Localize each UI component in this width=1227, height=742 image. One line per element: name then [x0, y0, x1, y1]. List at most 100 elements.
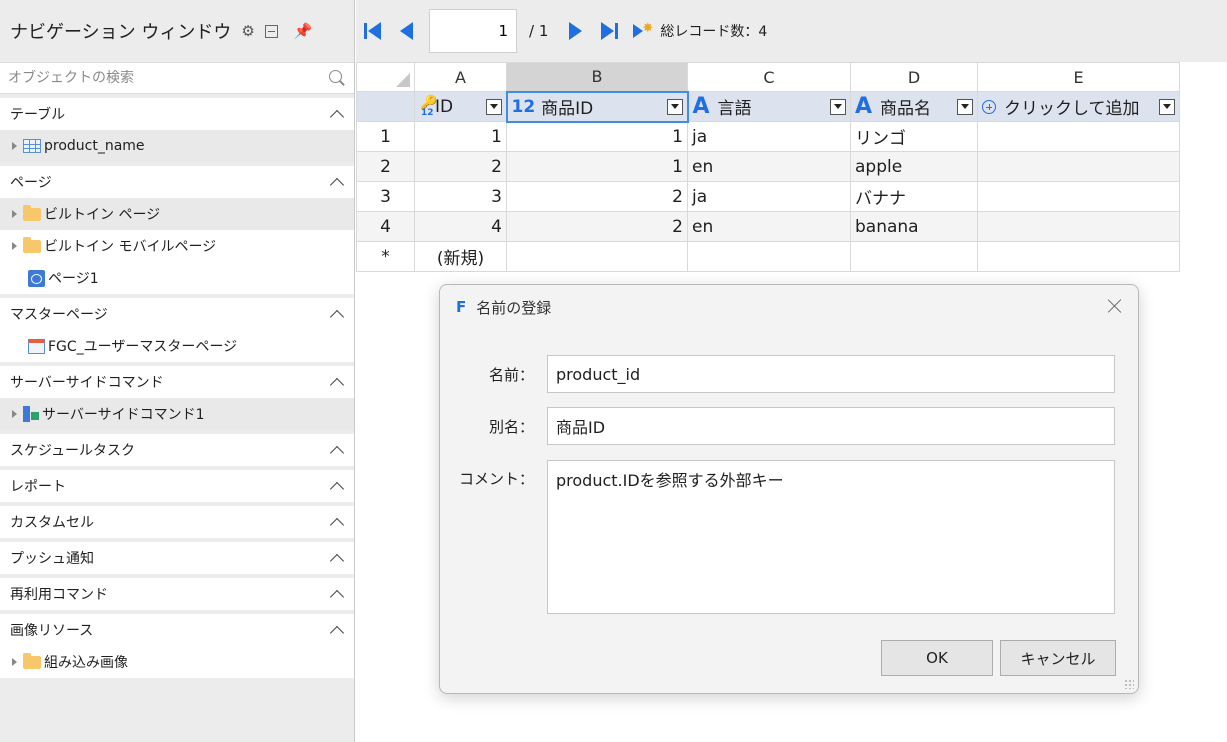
tree-item-product-name[interactable]: product_name: [0, 130, 354, 162]
column-letter[interactable]: A: [414, 62, 507, 92]
new-row-marker[interactable]: *: [356, 241, 415, 272]
row-number[interactable]: 1: [356, 121, 415, 152]
tree-item-master-page[interactable]: FGC_ユーザーマスターページ: [0, 330, 354, 362]
cell-product-name[interactable]: apple: [850, 151, 978, 182]
section-header-master-pages[interactable]: マスターページ: [0, 298, 354, 330]
cell-language[interactable]: ja: [687, 181, 851, 212]
chevron-up-icon[interactable]: [329, 309, 345, 324]
chevron-up-icon[interactable]: [329, 109, 345, 124]
section-header-reusable-commands[interactable]: 再利用コマンド: [0, 578, 354, 610]
chevron-up-icon[interactable]: [329, 553, 345, 568]
column-letter[interactable]: C: [687, 62, 851, 92]
cell-language[interactable]: en: [687, 211, 851, 242]
next-record-button[interactable]: [564, 20, 586, 42]
alias-row: 別名：: [440, 407, 534, 437]
section-header-image-resources[interactable]: 画像リソース: [0, 614, 354, 646]
search-input[interactable]: [8, 70, 298, 86]
tree-item-builtin-images[interactable]: 組み込み画像: [0, 646, 354, 678]
dropdown-icon[interactable]: [1159, 98, 1175, 115]
cell-product-name[interactable]: リンゴ: [850, 121, 978, 152]
cell-empty[interactable]: [687, 241, 851, 272]
tree-item-builtin-mobile-page[interactable]: ビルトイン モバイルページ: [0, 230, 354, 262]
expand-icon[interactable]: [12, 410, 17, 418]
section-header-push[interactable]: プッシュ通知: [0, 542, 354, 574]
comment-field[interactable]: product.IDを参照する外部キー: [547, 460, 1115, 614]
select-all-corner[interactable]: [356, 62, 415, 92]
cell-empty[interactable]: [977, 241, 1180, 272]
chevron-up-icon[interactable]: [329, 589, 345, 604]
row-number[interactable]: 4: [356, 211, 415, 242]
resize-grip-icon[interactable]: [1124, 679, 1134, 689]
expand-icon[interactable]: [12, 210, 17, 218]
dropdown-icon[interactable]: [957, 98, 973, 115]
pin-icon[interactable]: 📌: [294, 22, 313, 40]
cell-empty[interactable]: [977, 211, 1180, 242]
chevron-up-icon[interactable]: [329, 445, 345, 460]
cell-product-id[interactable]: 2: [506, 211, 688, 242]
row-number[interactable]: 3: [356, 181, 415, 212]
cell-language[interactable]: ja: [687, 121, 851, 152]
field-header-add[interactable]: クリックして追加: [977, 91, 1180, 122]
cell-product-name[interactable]: banana: [850, 211, 978, 242]
current-record-input[interactable]: [429, 9, 517, 53]
last-record-button[interactable]: [598, 20, 620, 42]
column-letter[interactable]: E: [977, 62, 1180, 92]
section-header-custom-cells[interactable]: カスタムセル: [0, 506, 354, 538]
cell-empty[interactable]: [506, 241, 688, 272]
section-header-reports[interactable]: レポート: [0, 470, 354, 502]
cell-empty[interactable]: [977, 121, 1180, 152]
section-header-schedule-tasks[interactable]: スケジュールタスク: [0, 434, 354, 466]
cell-product-name[interactable]: バナナ: [850, 181, 978, 212]
cell-product-id[interactable]: 2: [506, 181, 688, 212]
cell-product-id[interactable]: 1: [506, 121, 688, 152]
cancel-button[interactable]: キャンセル: [1000, 640, 1116, 676]
first-record-button[interactable]: [361, 20, 383, 42]
previous-record-button[interactable]: [395, 20, 417, 42]
gear-icon[interactable]: ⚙: [241, 22, 254, 40]
expand-icon[interactable]: [12, 142, 17, 150]
row-number[interactable]: 2: [356, 151, 415, 182]
tree-item-builtin-page[interactable]: ビルトイン ページ: [0, 198, 354, 230]
section-header-server-commands[interactable]: サーバーサイドコマンド: [0, 366, 354, 398]
dropdown-icon[interactable]: [830, 98, 846, 115]
alias-field[interactable]: [547, 407, 1115, 445]
section-header-tables[interactable]: テーブル: [0, 98, 354, 130]
cell-empty[interactable]: [977, 181, 1180, 212]
comment-row: コメント：: [440, 459, 534, 489]
chevron-up-icon[interactable]: [329, 625, 345, 640]
name-field[interactable]: [547, 355, 1115, 393]
field-header-id[interactable]: 🔑 12 ID: [414, 91, 507, 122]
column-letter[interactable]: D: [850, 62, 978, 92]
cell-id[interactable]: 2: [414, 151, 507, 182]
section-header-pages[interactable]: ページ: [0, 166, 354, 198]
dropdown-icon[interactable]: [666, 98, 683, 115]
dropdown-icon[interactable]: [485, 98, 502, 115]
cell-language[interactable]: en: [687, 151, 851, 182]
field-header-product-id[interactable]: 12 商品ID: [505, 90, 689, 123]
cell-id[interactable]: 4: [414, 211, 507, 242]
expand-icon[interactable]: [12, 658, 17, 666]
new-record-button[interactable]: ✸: [632, 20, 654, 42]
cell-empty[interactable]: [850, 241, 978, 272]
chevron-up-icon[interactable]: [329, 481, 345, 496]
chevron-up-icon[interactable]: [329, 177, 345, 192]
cell-product-id[interactable]: 1: [506, 151, 688, 182]
field-name: クリックして追加: [1004, 99, 1140, 119]
collapse-all-icon[interactable]: [264, 24, 278, 38]
cell-id[interactable]: 1: [414, 121, 507, 152]
chevron-up-icon[interactable]: [329, 377, 345, 392]
close-icon[interactable]: [1106, 297, 1124, 315]
total-records-label: / 1: [529, 22, 549, 40]
column-letter[interactable]: B: [506, 62, 688, 92]
cell-empty[interactable]: [977, 151, 1180, 182]
ok-button[interactable]: OK: [881, 640, 993, 676]
field-header-language[interactable]: A 言語: [687, 91, 851, 122]
cell-id[interactable]: 3: [414, 181, 507, 212]
search-icon[interactable]: [328, 69, 346, 87]
tree-item-server-command[interactable]: サーバーサイドコマンド1: [0, 398, 354, 430]
expand-icon[interactable]: [12, 242, 17, 250]
field-header-product-name[interactable]: A 商品名: [850, 91, 978, 122]
chevron-up-icon[interactable]: [329, 517, 345, 532]
new-row-label[interactable]: (新規): [414, 241, 507, 272]
tree-item-page1[interactable]: ページ1: [0, 262, 354, 294]
